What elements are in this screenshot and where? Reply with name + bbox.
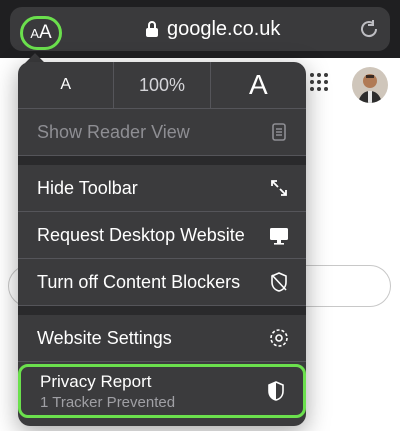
address-bar: AA google.co.uk bbox=[0, 0, 400, 58]
reload-icon[interactable] bbox=[358, 18, 380, 40]
monitor-icon bbox=[270, 228, 288, 245]
document-icon bbox=[272, 123, 286, 141]
increase-font-button[interactable]: A bbox=[209, 62, 306, 108]
hide-toolbar-item[interactable]: Hide Toolbar bbox=[18, 165, 306, 212]
show-reader-view-item[interactable]: Show Reader View bbox=[18, 109, 306, 156]
url-pill[interactable]: AA google.co.uk bbox=[10, 7, 390, 51]
shield-slash-icon bbox=[271, 272, 287, 292]
privacy-report-item[interactable]: Privacy Report 1 Tracker Prevented bbox=[18, 364, 306, 418]
zoom-level[interactable]: 100% bbox=[113, 62, 209, 108]
decrease-font-button[interactable]: A bbox=[18, 62, 113, 108]
content-blockers-item[interactable]: Turn off Content Blockers bbox=[18, 259, 306, 306]
avatar[interactable] bbox=[352, 67, 388, 103]
lock-icon bbox=[146, 21, 158, 37]
shield-half-icon bbox=[268, 381, 284, 401]
url-field[interactable]: google.co.uk bbox=[145, 7, 280, 51]
gear-icon bbox=[270, 329, 288, 347]
text-size-menu: A 100% A Show Reader View Hide Toolbar R… bbox=[18, 62, 306, 426]
website-settings-item[interactable]: Website Settings bbox=[18, 315, 306, 362]
text-size-button[interactable]: AA bbox=[20, 16, 62, 50]
separator bbox=[18, 156, 306, 165]
request-desktop-website-item[interactable]: Request Desktop Website bbox=[18, 212, 306, 259]
arrows-expand-icon bbox=[271, 180, 287, 196]
font-size-row: A 100% A bbox=[18, 62, 306, 109]
url-text: google.co.uk bbox=[167, 18, 281, 40]
apps-grid-icon[interactable] bbox=[310, 73, 328, 91]
privacy-report-title: Privacy Report bbox=[40, 371, 152, 391]
privacy-report-subtitle: 1 Tracker Prevented bbox=[40, 393, 176, 411]
separator bbox=[18, 306, 306, 315]
